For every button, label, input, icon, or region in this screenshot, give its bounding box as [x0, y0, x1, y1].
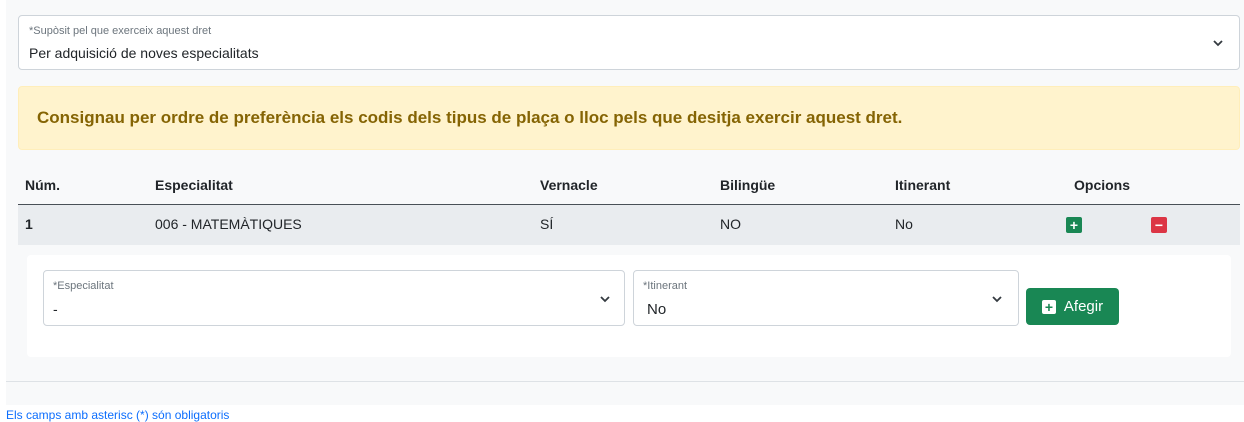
cell-bilingue: NO	[720, 216, 741, 232]
add-button[interactable]: + Afegir	[1026, 288, 1119, 325]
cell-itinerant: No	[895, 216, 913, 232]
col-header-bilingue: Bilingüe	[720, 177, 776, 193]
footer-divider	[6, 381, 1244, 382]
col-header-itinerant: Itinerant	[895, 177, 951, 193]
minus-square-icon[interactable]: −	[1151, 217, 1167, 233]
chevron-down-icon	[1213, 40, 1223, 47]
col-header-num: Núm.	[25, 177, 60, 193]
alert-text: Consignau per ordre de preferència els c…	[37, 108, 903, 127]
cell-num: 1	[25, 216, 33, 232]
chevron-down-icon	[600, 296, 610, 303]
plus-square-icon[interactable]: +	[1066, 217, 1082, 233]
supposit-label: *Supòsit pel que exerceix aquest dret	[29, 25, 212, 37]
add-button-label: Afegir	[1063, 298, 1104, 315]
especialitat-value: -	[53, 301, 58, 317]
cell-vernacle: SÍ	[540, 216, 554, 232]
especialitat-label: *Especialitat	[53, 280, 114, 292]
especialitat-select[interactable]: *Especialitat -	[43, 270, 625, 326]
itinerant-value: No	[647, 301, 667, 318]
supposit-value: Per adquisició de noves especialitats	[29, 45, 259, 61]
col-header-opcions: Opcions	[1074, 177, 1131, 193]
chevron-down-icon	[992, 296, 1002, 303]
plus-square-icon: +	[1041, 299, 1056, 314]
col-header-especialitat: Especialitat	[155, 177, 233, 193]
itinerant-label: *Itinerant	[643, 280, 688, 292]
supposit-select[interactable]: *Supòsit pel que exerceix aquest dret Pe…	[18, 15, 1240, 70]
cell-especialitat: 006 - MATEMÀTIQUES	[155, 216, 302, 232]
col-header-vernacle: Vernacle	[540, 177, 598, 193]
itinerant-select[interactable]: *Itinerant No	[633, 270, 1019, 326]
required-fields-note: Els camps amb asterisc (*) són obligator…	[6, 408, 230, 422]
preference-alert: Consignau per ordre de preferència els c…	[18, 86, 1240, 150]
